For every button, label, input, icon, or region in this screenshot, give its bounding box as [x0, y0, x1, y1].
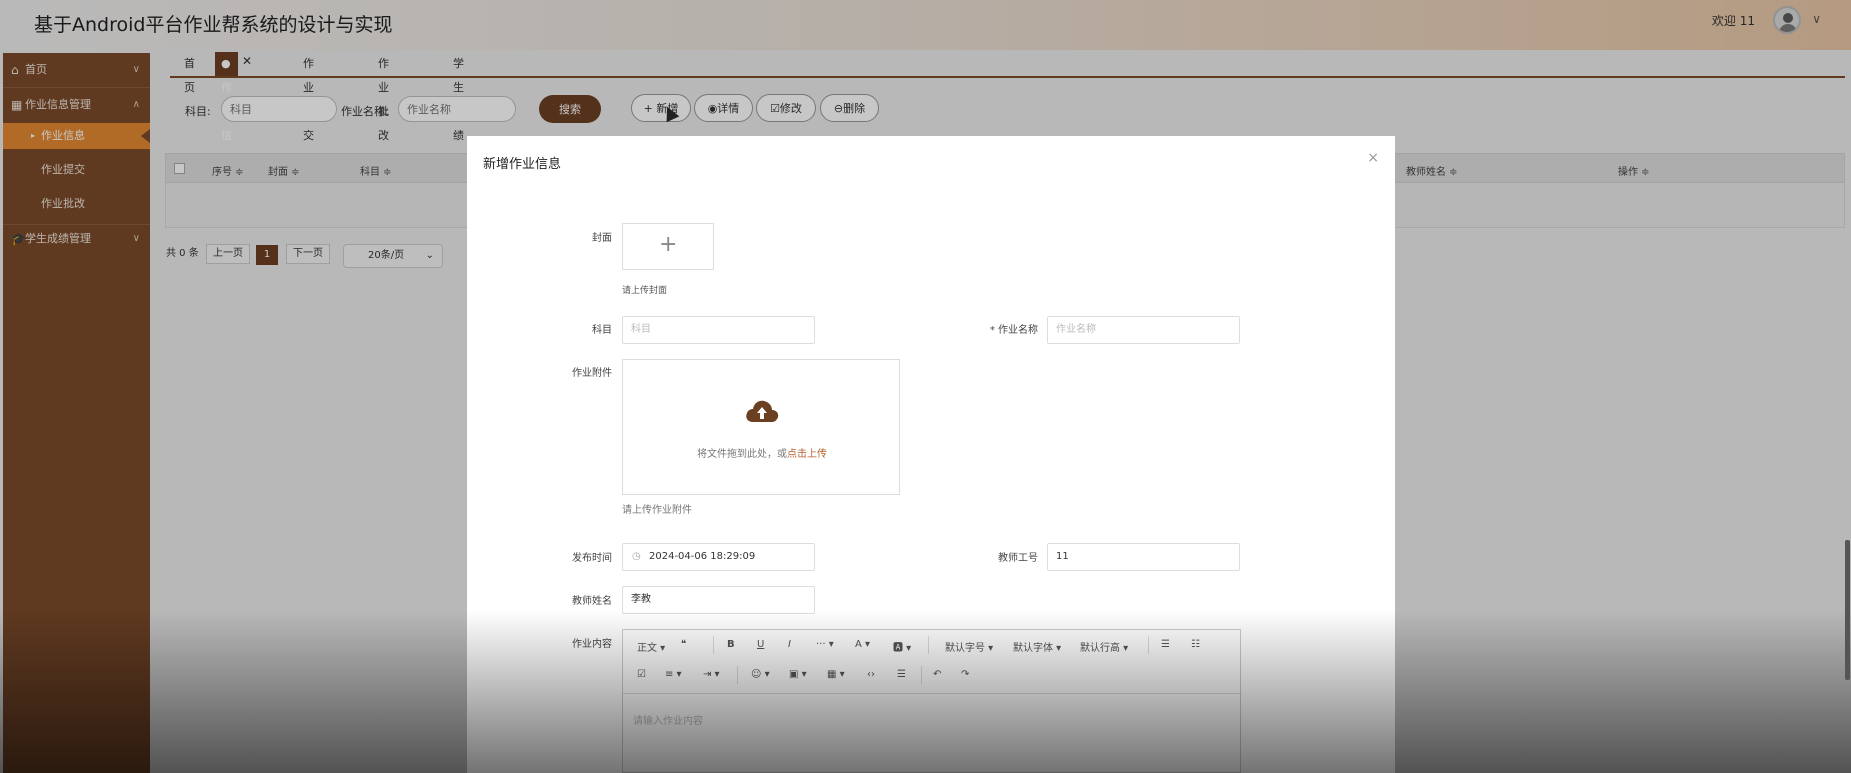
attachment-hint: 请上传作业附件 [622, 505, 692, 516]
quote-icon[interactable]: ❝ [681, 639, 686, 650]
editor-content-area[interactable]: 请输入作业内容 [623, 693, 1242, 773]
page-scrollbar[interactable] [1845, 540, 1850, 680]
divider [928, 636, 929, 654]
emoji-dropdown[interactable]: ☺ ▾ [751, 669, 770, 680]
numbered-list-icon[interactable]: ☷ [1191, 639, 1200, 650]
cover-hint: 请上传封面 [622, 286, 668, 296]
teacher-id-label: 教师工号 [998, 553, 1038, 564]
divider [713, 636, 714, 654]
teacher-name-field[interactable]: 李教 [622, 586, 815, 614]
rich-text-editor: 正文 ▾ ❝ B U I ··· ▾ A ▾ 🅰 ▾ 默认字号 ▾ 默认字体 ▾… [622, 629, 1242, 773]
editor-placeholder: 请输入作业内容 [633, 716, 703, 727]
subject-label: 科目 [592, 325, 612, 336]
clock-icon: ◷ [632, 551, 641, 562]
editor-toolbar-row-1: 正文 ▾ ❝ B U I ··· ▾ A ▾ 🅰 ▾ 默认字号 ▾ 默认字体 ▾… [623, 630, 1242, 660]
font-color-icon[interactable]: A ▾ [855, 639, 870, 650]
font-family-dropdown[interactable]: 默认字体 ▾ [1013, 639, 1061, 654]
cover-label: 封面 [592, 233, 612, 244]
underline-icon[interactable]: U [757, 639, 764, 650]
homework-name-label: * 作业名称 [989, 325, 1038, 336]
dropzone-text: 将文件拖到此处，或点击上传 [623, 445, 901, 460]
plus-icon: + [659, 232, 678, 257]
align-dropdown[interactable]: ≡ ▾ [665, 669, 682, 680]
divider-line-icon[interactable]: ☰ [897, 669, 906, 680]
bold-icon[interactable]: B [727, 639, 735, 650]
subject-field[interactable]: 科目 [622, 316, 815, 344]
dropzone-instruction: 将文件拖到此处，或 [697, 449, 787, 460]
content-label: 作业内容 [572, 639, 612, 650]
editor-toolbar-row-2: ☑ ≡ ▾ ⇥ ▾ ☺ ▾ ▣ ▾ ▦ ▾ ‹› ☰ ↶ ↷ [623, 660, 1242, 690]
divider [737, 666, 738, 684]
publish-time-label: 发布时间 [572, 553, 612, 564]
indent-dropdown[interactable]: ⇥ ▾ [703, 669, 720, 680]
cover-upload-button[interactable]: + [622, 223, 714, 270]
divider [1148, 636, 1149, 654]
italic-icon[interactable]: I [788, 639, 791, 650]
line-height-dropdown[interactable]: 默认行高 ▾ [1080, 639, 1128, 654]
more-formatting-icon[interactable]: ··· ▾ [816, 639, 834, 650]
redo-icon[interactable]: ↷ [961, 669, 969, 680]
divider [921, 666, 922, 684]
bulleted-list-icon[interactable]: ☰ [1161, 639, 1170, 650]
teacher-name-label: 教师姓名 [572, 596, 612, 607]
click-upload-link[interactable]: 点击上传 [787, 449, 827, 460]
attachment-dropzone[interactable]: 将文件拖到此处，或点击上传 [622, 359, 900, 495]
table-dropdown[interactable]: ▦ ▾ [827, 669, 845, 680]
font-size-dropdown[interactable]: 默认字号 ▾ [945, 639, 993, 654]
publish-time-field[interactable]: ◷ 2024-04-06 18:29:09 [622, 543, 815, 571]
homework-name-field[interactable]: 作业名称 [1047, 316, 1240, 344]
cloud-upload-icon [746, 400, 779, 422]
paragraph-style-dropdown[interactable]: 正文 ▾ [637, 639, 665, 654]
image-dropdown[interactable]: ▣ ▾ [789, 669, 807, 680]
code-icon[interactable]: ‹› [867, 669, 875, 680]
teacher-id-field[interactable]: 11 [1047, 543, 1240, 571]
todo-icon[interactable]: ☑ [637, 669, 646, 680]
publish-time-value: 2024-04-06 18:29:09 [649, 551, 756, 562]
dialog-title: 新增作业信息 [483, 157, 562, 172]
close-icon[interactable]: × [1367, 150, 1379, 166]
background-color-icon[interactable]: 🅰 ▾ [893, 639, 911, 654]
attachment-label: 作业附件 [572, 368, 612, 379]
undo-icon[interactable]: ↶ [933, 669, 941, 680]
